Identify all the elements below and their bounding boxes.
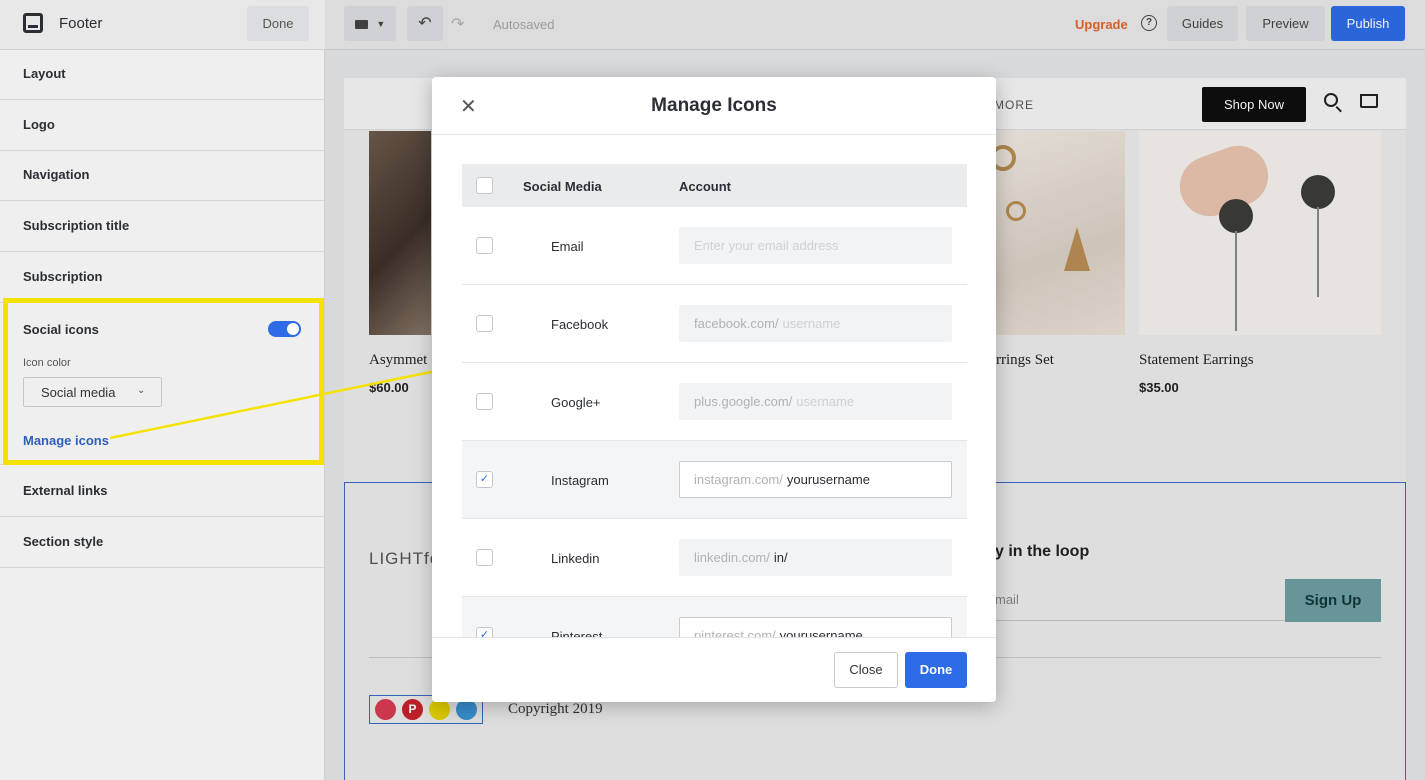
- row-label: Email: [551, 239, 584, 254]
- modal-footer-divider: [432, 637, 996, 638]
- table-row: Linkedin linkedin.com/in/: [462, 519, 967, 597]
- table-row: Google+ plus.google.com/username: [462, 363, 967, 441]
- modal-done-button[interactable]: Done: [905, 652, 967, 688]
- field-placeholder: username: [782, 316, 841, 331]
- row-label: Google+: [551, 395, 601, 410]
- field-prefix: linkedin.com/: [694, 550, 770, 565]
- field-placeholder: Enter your email address: [694, 238, 839, 253]
- field-prefix: instagram.com/: [694, 472, 783, 487]
- table-row: ✓ Pinterest pinterest.com/yourusername: [462, 597, 967, 637]
- row-label: Linkedin: [551, 551, 600, 566]
- field-value: yourusername: [779, 628, 863, 637]
- row-checkbox[interactable]: ✓: [476, 627, 493, 637]
- row-checkbox[interactable]: ✓: [476, 471, 493, 488]
- row-label: Instagram: [551, 473, 609, 488]
- row-checkbox[interactable]: [476, 549, 493, 566]
- linkedin-field[interactable]: linkedin.com/in/: [679, 539, 952, 576]
- google-plus-field[interactable]: plus.google.com/username: [679, 383, 952, 420]
- field-prefix: facebook.com/: [694, 316, 779, 331]
- table-header: Social Media Account: [462, 164, 967, 207]
- modal-close-button[interactable]: Close: [834, 652, 898, 688]
- row-label: Pinterest: [551, 629, 603, 637]
- field-placeholder: username: [796, 394, 855, 409]
- row-checkbox[interactable]: [476, 237, 493, 254]
- email-field[interactable]: Enter your email address: [679, 227, 952, 264]
- field-value: yourusername: [786, 472, 870, 487]
- field-prefix: plus.google.com/: [694, 394, 793, 409]
- table-row: Facebook facebook.com/username: [462, 285, 967, 363]
- row-checkbox[interactable]: [476, 315, 493, 332]
- modal-title: Manage Icons: [651, 95, 777, 116]
- table-row: ✓ Instagram instagram.com/yourusername: [462, 441, 967, 519]
- manage-icons-modal: ✕ Manage Icons Social Media Account Emai…: [432, 77, 996, 702]
- icons-table: Social Media Account Email Enter your em…: [432, 135, 996, 637]
- field-value: in/: [773, 550, 788, 565]
- field-prefix: pinterest.com/: [694, 628, 776, 637]
- row-checkbox[interactable]: [476, 393, 493, 410]
- row-label: Facebook: [551, 317, 609, 332]
- pinterest-field[interactable]: pinterest.com/yourusername: [679, 617, 952, 637]
- instagram-field[interactable]: instagram.com/yourusername: [679, 461, 952, 498]
- select-all-checkbox[interactable]: [476, 177, 493, 194]
- table-row: Email Enter your email address: [462, 207, 967, 285]
- column-header-social: Social Media: [523, 179, 602, 194]
- facebook-field[interactable]: facebook.com/username: [679, 305, 952, 342]
- column-header-account: Account: [679, 179, 731, 194]
